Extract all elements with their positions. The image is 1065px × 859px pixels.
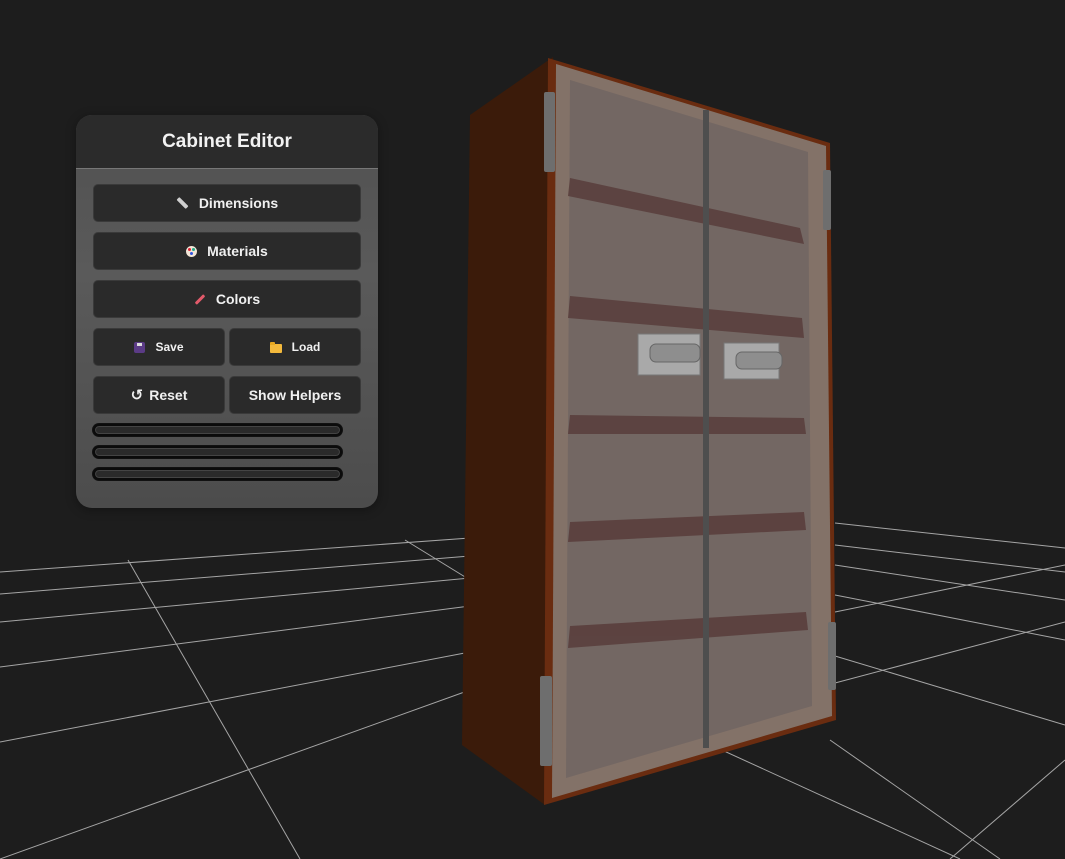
reset-button[interactable]: ↺ Reset: [93, 376, 225, 414]
palette-icon: [186, 245, 198, 257]
right-door-handle[interactable]: [723, 342, 783, 380]
show-helpers-button[interactable]: Show Helpers: [229, 376, 361, 414]
hinge-top-right: [823, 170, 831, 230]
folder-icon: [269, 341, 282, 353]
slider-track-3[interactable]: [93, 468, 342, 480]
show-helpers-label: Show Helpers: [248, 387, 342, 403]
colors-label: Colors: [215, 291, 261, 307]
hinge-top-left: [544, 92, 555, 172]
save-label: Save: [155, 340, 184, 354]
dimensions-label: Dimensions: [198, 195, 279, 211]
reset-label: Reset: [149, 387, 188, 403]
load-label: Load: [291, 340, 321, 354]
hinge-bottom-right: [828, 622, 836, 690]
load-button[interactable]: Load: [229, 328, 361, 366]
cabinet-editor-panel: Cabinet Editor Dimensions Materials Colo…: [76, 115, 378, 508]
paintbrush-icon: [194, 293, 206, 305]
save-button[interactable]: Save: [93, 328, 225, 366]
cabinet-3d-model[interactable]: [462, 57, 836, 805]
reset-icon: ↺: [130, 387, 144, 404]
materials-button[interactable]: Materials: [93, 232, 361, 270]
colors-button[interactable]: Colors: [93, 280, 361, 318]
panel-header: Cabinet Editor: [76, 115, 378, 169]
ruler-icon: [176, 196, 189, 210]
left-door-handle[interactable]: [637, 333, 701, 376]
slider-track-1[interactable]: [93, 424, 342, 436]
dimensions-button[interactable]: Dimensions: [93, 184, 361, 222]
reset-helpers-row: ↺ Reset Show Helpers: [93, 376, 361, 414]
slider-track-2[interactable]: [93, 446, 342, 458]
floppy-disk-icon: [134, 341, 146, 353]
panel-body: Dimensions Materials Colors Save Load ↺ …: [76, 169, 378, 480]
save-load-row: Save Load: [93, 328, 361, 366]
cabinet-side-panel: [462, 57, 553, 805]
panel-title: Cabinet Editor: [162, 130, 292, 152]
materials-label: Materials: [207, 243, 268, 259]
hinge-bottom-left: [540, 676, 552, 766]
